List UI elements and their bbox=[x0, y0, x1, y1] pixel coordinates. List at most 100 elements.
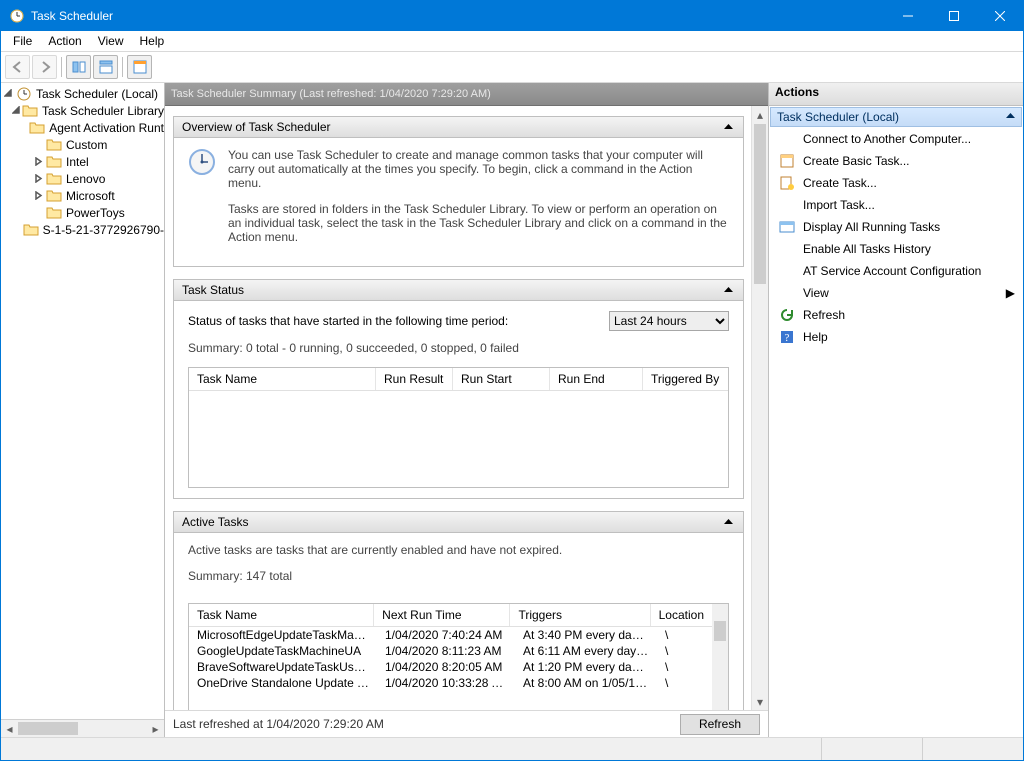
col-triggered-by[interactable]: Triggered By bbox=[643, 368, 728, 390]
task-status-title: Task Status bbox=[182, 283, 244, 297]
action-create-task[interactable]: Create Task... bbox=[769, 172, 1023, 194]
col-triggers[interactable]: Triggers bbox=[510, 604, 650, 626]
expander-icon[interactable] bbox=[31, 188, 46, 203]
scroll-thumb[interactable] bbox=[754, 124, 766, 284]
task-status-body: Status of tasks that have started in the… bbox=[174, 301, 743, 498]
expander-icon[interactable] bbox=[31, 154, 46, 169]
tree-item[interactable]: S-1-5-21-3772926790- bbox=[1, 221, 164, 238]
col-task-name[interactable]: Task Name bbox=[189, 368, 376, 390]
menubar: File Action View Help bbox=[1, 31, 1023, 52]
tree-item[interactable]: Intel bbox=[1, 153, 164, 170]
task-new-icon bbox=[779, 175, 795, 191]
scroll-right-icon[interactable]: ▸ bbox=[147, 720, 164, 737]
center-v-scrollbar[interactable]: ▴ ▾ bbox=[751, 106, 768, 710]
tree-item[interactable]: PowerToys bbox=[1, 204, 164, 221]
cell-trig: At 1:20 PM every day - A... bbox=[515, 660, 657, 674]
overview-header[interactable]: Overview of Task Scheduler bbox=[174, 117, 743, 138]
tree-item[interactable]: Custom bbox=[1, 136, 164, 153]
task-status-header[interactable]: Task Status bbox=[174, 280, 743, 301]
action-help[interactable]: ?Help bbox=[769, 326, 1023, 348]
expander-icon[interactable] bbox=[1, 86, 16, 101]
period-select[interactable]: Last 24 hours bbox=[609, 311, 729, 331]
tree-library[interactable]: Task Scheduler Library bbox=[1, 102, 164, 119]
menu-action[interactable]: Action bbox=[40, 32, 89, 50]
action-display-running[interactable]: Display All Running Tasks bbox=[769, 216, 1023, 238]
task-icon bbox=[779, 153, 795, 169]
menu-view[interactable]: View bbox=[90, 32, 132, 50]
nav-forward-button[interactable] bbox=[32, 55, 57, 79]
submenu-arrow-icon: ▶ bbox=[1006, 286, 1015, 300]
folder-icon bbox=[46, 205, 62, 221]
collapse-icon[interactable] bbox=[721, 283, 735, 297]
actions-pane: Actions Task Scheduler (Local) Connect t… bbox=[769, 83, 1023, 737]
action-import-task[interactable]: Import Task... bbox=[769, 194, 1023, 216]
cell-next: 1/04/2020 7:40:24 AM bbox=[377, 628, 515, 642]
tree-item[interactable]: Lenovo bbox=[1, 170, 164, 187]
active-v-scrollbar[interactable] bbox=[712, 604, 728, 710]
refresh-button[interactable]: Refresh bbox=[680, 714, 760, 735]
action-view[interactable]: View▶ bbox=[769, 282, 1023, 304]
active-list[interactable]: Task Name Next Run Time Triggers Locatio… bbox=[188, 603, 729, 710]
overview-body: You can use Task Scheduler to create and… bbox=[174, 138, 743, 266]
expander-icon[interactable] bbox=[11, 103, 21, 118]
action-create-basic-task[interactable]: Create Basic Task... bbox=[769, 150, 1023, 172]
menu-help[interactable]: Help bbox=[132, 32, 173, 50]
col-location[interactable]: Location bbox=[651, 604, 712, 626]
table-row[interactable]: GoogleUpdateTaskMachineUA1/04/2020 8:11:… bbox=[189, 643, 712, 659]
toolbar-btn-3[interactable] bbox=[127, 55, 152, 79]
status-summary: Summary: 0 total - 0 running, 0 succeede… bbox=[188, 341, 729, 355]
toolbar-btn-1[interactable] bbox=[66, 55, 91, 79]
center-scroll: Overview of Task Scheduler You can use T… bbox=[165, 106, 752, 710]
action-at-service[interactable]: AT Service Account Configuration bbox=[769, 260, 1023, 282]
scroll-down-icon[interactable]: ▾ bbox=[752, 693, 768, 710]
col-task-name[interactable]: Task Name bbox=[189, 604, 374, 626]
action-connect[interactable]: Connect to Another Computer... bbox=[769, 128, 1023, 150]
clock-large-icon bbox=[188, 148, 216, 256]
active-desc: Active tasks are tasks that are currentl… bbox=[188, 543, 729, 557]
menu-file[interactable]: File bbox=[5, 32, 40, 50]
action-label: Refresh bbox=[803, 308, 845, 322]
tree-item-label: Custom bbox=[66, 138, 107, 152]
collapse-icon[interactable] bbox=[721, 120, 735, 134]
scroll-left-icon[interactable]: ◂ bbox=[1, 720, 18, 737]
overview-panel: Overview of Task Scheduler You can use T… bbox=[173, 116, 744, 267]
scroll-up-icon[interactable]: ▴ bbox=[752, 106, 768, 123]
table-row[interactable]: OneDrive Standalone Update Task-...1/04/… bbox=[189, 675, 712, 691]
status-list-body bbox=[189, 391, 728, 487]
blank-icon bbox=[779, 197, 795, 213]
cell-next: 1/04/2020 8:20:05 AM bbox=[377, 660, 515, 674]
scroll-thumb[interactable] bbox=[18, 722, 78, 735]
action-refresh[interactable]: Refresh bbox=[769, 304, 1023, 326]
active-tasks-panel: Active Tasks Active tasks are tasks that… bbox=[173, 511, 744, 710]
action-label: AT Service Account Configuration bbox=[803, 264, 981, 278]
tree-item[interactable]: Agent Activation Runt bbox=[1, 119, 164, 136]
close-button[interactable] bbox=[977, 1, 1023, 31]
maximize-button[interactable] bbox=[931, 1, 977, 31]
cell-next: 1/04/2020 8:11:23 AM bbox=[377, 644, 515, 658]
nav-back-button[interactable] bbox=[5, 55, 30, 79]
tree-item[interactable]: Microsoft bbox=[1, 187, 164, 204]
collapse-icon[interactable] bbox=[1006, 110, 1015, 124]
tree-h-scrollbar[interactable]: ◂ ▸ bbox=[1, 719, 164, 737]
blank-icon bbox=[779, 131, 795, 147]
col-run-result[interactable]: Run Result bbox=[376, 368, 453, 390]
tree-root[interactable]: Task Scheduler (Local) bbox=[1, 85, 164, 102]
action-enable-history[interactable]: Enable All Tasks History bbox=[769, 238, 1023, 260]
clock-icon bbox=[16, 86, 32, 102]
expander-icon[interactable] bbox=[31, 171, 46, 186]
collapse-icon[interactable] bbox=[721, 515, 735, 529]
tree[interactable]: Task Scheduler (Local) Task Scheduler Li… bbox=[1, 83, 164, 719]
status-list[interactable]: Task Name Run Result Run Start Run End T… bbox=[188, 367, 729, 488]
task-scheduler-window: Task Scheduler File Action View Help Tas bbox=[0, 0, 1024, 761]
table-row[interactable]: MicrosoftEdgeUpdateTaskMachine...1/04/20… bbox=[189, 627, 712, 643]
col-run-start[interactable]: Run Start bbox=[453, 368, 550, 390]
scroll-thumb[interactable] bbox=[714, 621, 726, 641]
col-next-run[interactable]: Next Run Time bbox=[374, 604, 510, 626]
cell-loc: \ bbox=[657, 628, 712, 642]
minimize-button[interactable] bbox=[885, 1, 931, 31]
active-tasks-header[interactable]: Active Tasks bbox=[174, 512, 743, 533]
table-row[interactable]: BraveSoftwareUpdateTaskUserS-1-...1/04/2… bbox=[189, 659, 712, 675]
actions-subheader[interactable]: Task Scheduler (Local) bbox=[770, 107, 1022, 127]
col-run-end[interactable]: Run End bbox=[550, 368, 643, 390]
toolbar-btn-2[interactable] bbox=[93, 55, 118, 79]
